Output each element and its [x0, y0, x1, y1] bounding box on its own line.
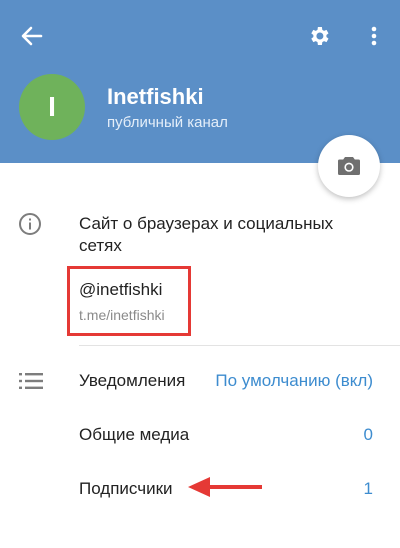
channel-username[interactable]: @inetfishki: [79, 280, 162, 300]
channel-type: публичный канал: [107, 114, 228, 131]
channel-link[interactable]: t.me/inetfishki: [79, 307, 165, 323]
info-icon: [19, 213, 41, 235]
more-vert-icon: [371, 26, 377, 46]
section-divider: [79, 345, 400, 346]
channel-avatar[interactable]: I: [19, 74, 85, 140]
media-count: 0: [363, 425, 373, 444]
back-button[interactable]: [14, 20, 50, 52]
settings-button[interactable]: [300, 18, 338, 54]
notifications-value: По умолчанию (вкл): [215, 371, 373, 390]
arrow-back-icon: [21, 26, 43, 46]
subscribers-label: Подписчики: [79, 479, 173, 498]
media-label: Общие медиа: [79, 425, 190, 444]
notifications-label: Уведомления: [79, 371, 186, 390]
channel-description: Сайт о браузерах и социальных сетях: [79, 214, 334, 255]
gear-icon: [311, 27, 329, 45]
channel-name: Inetfishki: [107, 84, 204, 109]
annotation-arrow-icon: [188, 477, 262, 497]
avatar-letter: I: [48, 91, 56, 122]
notifications-row[interactable]: Уведомления По умолчанию (вкл): [0, 354, 400, 408]
media-row[interactable]: Общие медиа 0: [0, 408, 400, 462]
camera-icon: [338, 157, 360, 175]
camera-button[interactable]: [318, 135, 380, 197]
subscribers-count: 1: [363, 479, 373, 498]
highlight-box: [67, 266, 191, 336]
more-options-button[interactable]: [360, 18, 388, 54]
